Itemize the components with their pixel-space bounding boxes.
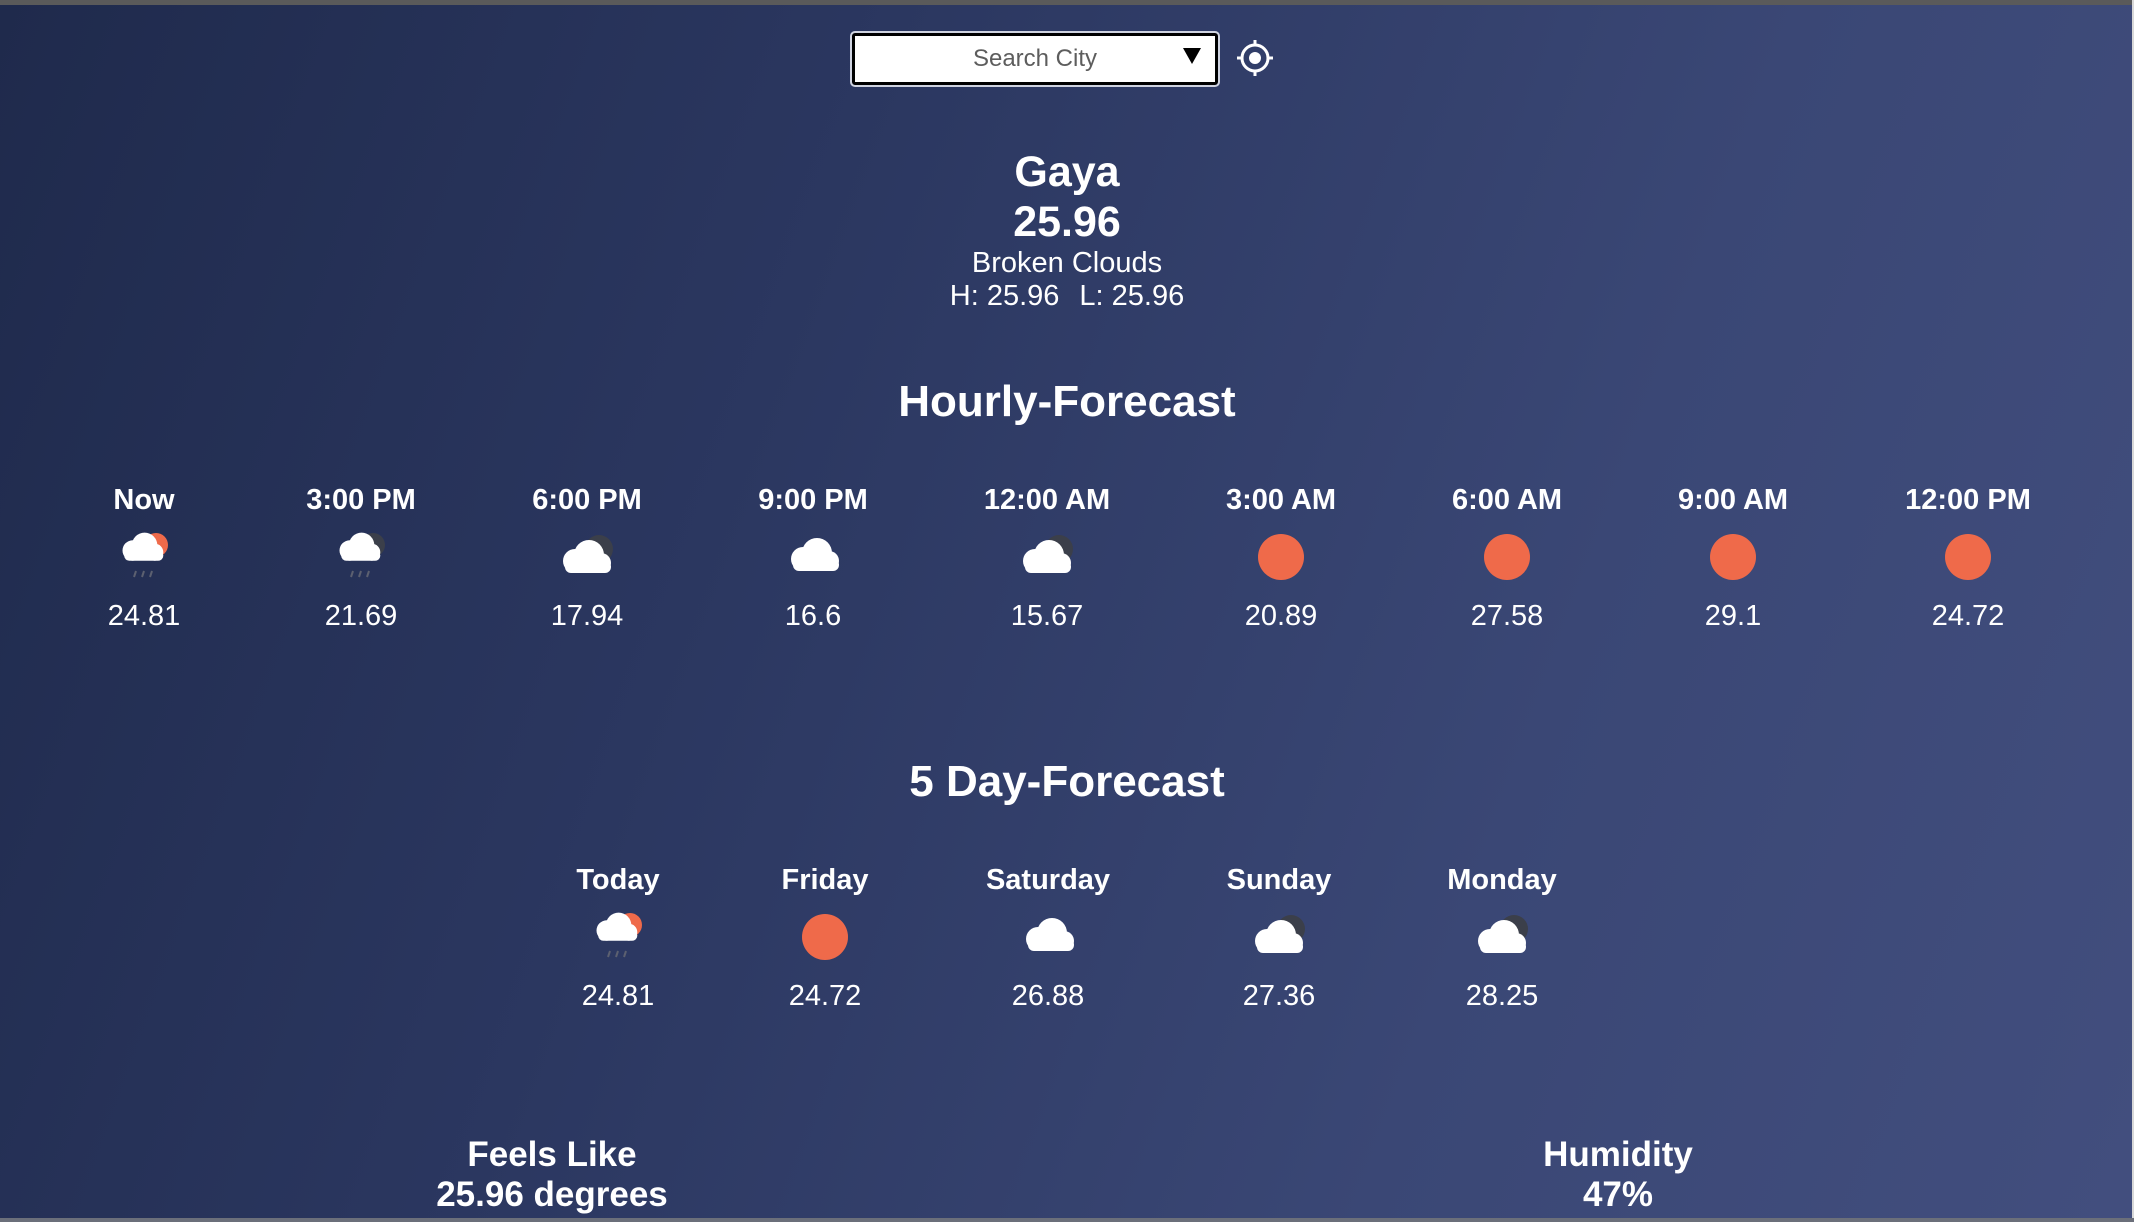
hourly-item: 9:00 PM 16.6 <box>703 483 923 633</box>
daily-day: Today <box>576 864 660 896</box>
hourly-item: Now 24.81 <box>34 483 254 633</box>
cloud-moon-icon <box>1478 915 1528 953</box>
hourly-time: 3:00 AM <box>1225 484 1337 516</box>
daily-temp: 24.72 <box>788 980 862 1012</box>
hourly-temp: 21.69 <box>324 600 398 632</box>
hourly-item: 6:00 AM 27.58 <box>1397 483 1617 633</box>
current-location-icon[interactable] <box>1236 39 1274 77</box>
rain-sun-icon <box>122 532 168 578</box>
high-low: H: 25.96 L: 25.96 <box>0 279 2134 313</box>
hourly-item: 12:00 PM 24.72 <box>1858 483 2078 633</box>
cloud-icon <box>791 538 839 571</box>
high-temp: H: 25.96 <box>949 280 1060 312</box>
daily-day: Friday <box>781 864 869 896</box>
hourly-temp: 27.58 <box>1470 600 1544 632</box>
hourly-temp: 15.67 <box>1010 600 1084 632</box>
hourly-time: 3:00 PM <box>306 484 416 516</box>
hourly-time: 9:00 AM <box>1677 484 1789 516</box>
dropdown-arrow-icon[interactable] <box>1183 48 1201 64</box>
daily-item: Monday 28.25 <box>1392 863 1612 1013</box>
current-temperature: 25.96 <box>1013 198 1121 246</box>
hourly-item: 12:00 AM 15.67 <box>937 483 1157 633</box>
sun-icon <box>802 914 848 960</box>
humidity-block: Humidity 47% <box>1418 1135 1818 1215</box>
hourly-temp: 17.94 <box>550 600 624 632</box>
search-placeholder: Search City <box>972 45 1098 72</box>
hourly-time: 12:00 AM <box>983 484 1111 516</box>
rain-moon-icon <box>339 532 385 578</box>
cloud-moon-icon <box>1023 535 1073 573</box>
sun-icon <box>1945 534 1991 580</box>
hourly-time: 6:00 AM <box>1451 484 1563 516</box>
hourly-time: Now <box>113 484 175 516</box>
humidity-label: Humidity <box>1543 1135 1693 1174</box>
humidity-value: 47% <box>1582 1175 1654 1214</box>
hourly-time: 6:00 PM <box>532 484 642 516</box>
daily-item: Today 24.81 <box>508 863 728 1013</box>
hourly-time: 9:00 PM <box>758 484 868 516</box>
daily-temp: 26.88 <box>1011 980 1085 1012</box>
bottom-border <box>0 1218 2134 1222</box>
hourly-item: 3:00 PM 21.69 <box>251 483 471 633</box>
daily-temp: 27.36 <box>1242 980 1316 1012</box>
daily-day: Monday <box>1447 864 1557 896</box>
hourly-temp: 24.81 <box>107 600 181 632</box>
hourly-temp: 29.1 <box>1704 600 1762 632</box>
cloud-moon-icon <box>1255 915 1305 953</box>
sun-icon <box>1710 534 1756 580</box>
hourly-item: 9:00 AM 29.1 <box>1623 483 1843 633</box>
daily-item: Saturday 26.88 <box>938 863 1158 1013</box>
daily-day: Sunday <box>1226 864 1332 896</box>
cloud-icon <box>1026 918 1074 951</box>
hourly-time: 12:00 PM <box>1905 484 2031 516</box>
low-temp: L: 25.96 <box>1079 280 1185 312</box>
rain-sun-icon <box>596 912 642 958</box>
hourly-item: 3:00 AM 20.89 <box>1171 483 1391 633</box>
feels-like-value: 25.96 degrees <box>436 1175 668 1214</box>
hourly-item: 6:00 PM 17.94 <box>477 483 697 633</box>
hourly-temp: 16.6 <box>784 600 842 632</box>
daily-day: Saturday <box>985 864 1111 896</box>
city-name: Gaya <box>1014 148 1120 196</box>
hourly-forecast-title: Hourly-Forecast <box>898 377 1236 426</box>
cloud-moon-icon <box>563 535 613 573</box>
daily-item: Friday 24.72 <box>715 863 935 1013</box>
feels-like-block: Feels Like 25.96 degrees <box>352 1135 752 1215</box>
feels-like-label: Feels Like <box>467 1135 637 1174</box>
weather-description: Broken Clouds <box>971 247 1163 279</box>
sun-icon <box>1484 534 1530 580</box>
daily-temp: 24.81 <box>581 980 655 1012</box>
daily-forecast-title: 5 Day-Forecast <box>909 757 1225 806</box>
search-city-dropdown[interactable]: Search City <box>850 31 1220 87</box>
hourly-temp: 24.72 <box>1931 600 2005 632</box>
sun-icon <box>1258 534 1304 580</box>
daily-temp: 28.25 <box>1465 980 1539 1012</box>
hourly-temp: 20.89 <box>1244 600 1318 632</box>
top-border <box>0 0 2134 5</box>
daily-item: Sunday 27.36 <box>1169 863 1389 1013</box>
